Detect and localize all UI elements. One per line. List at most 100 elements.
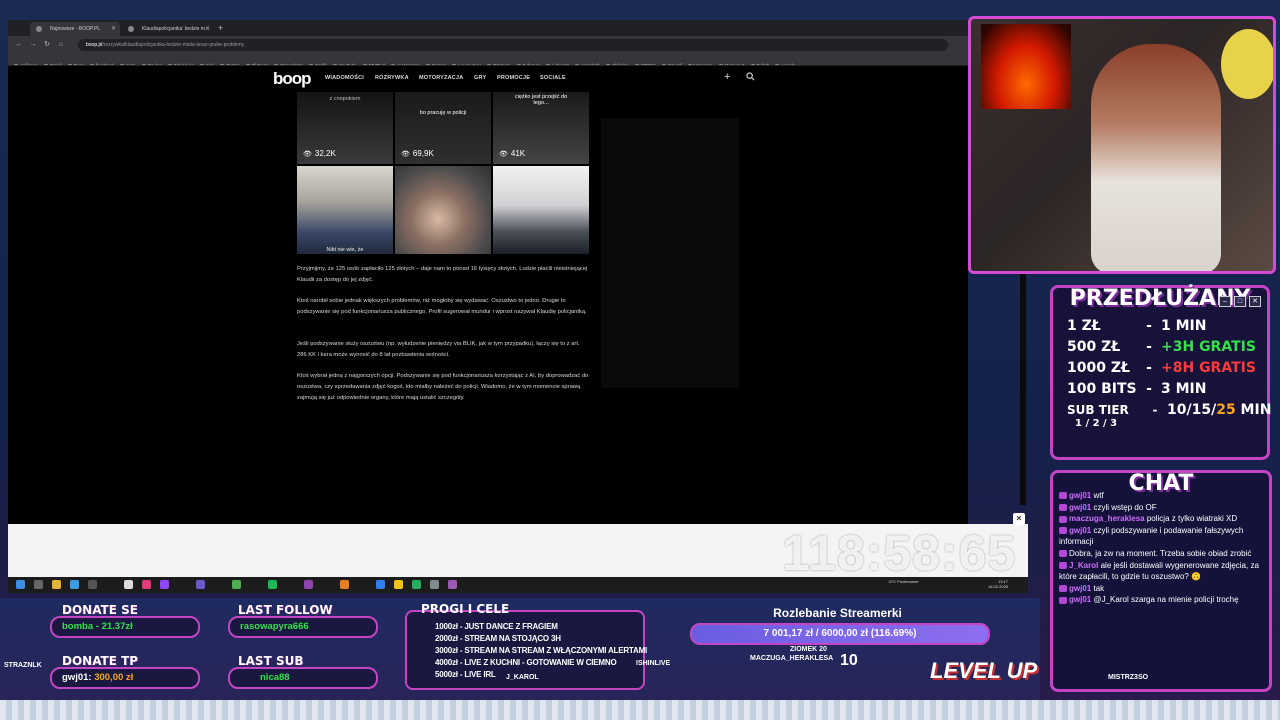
weather-widget[interactable]: -5°C Pochmurnie xyxy=(888,579,919,584)
tab-title: Najnowsze - BOOP.PL xyxy=(50,26,101,32)
chat-username[interactable]: gwj01 xyxy=(1069,595,1091,604)
url-bar[interactable]: boop.pl/rozrywka/klaudiapolicjantka-bedz… xyxy=(78,39,948,51)
twitch-icon[interactable] xyxy=(160,580,169,589)
chat-username[interactable]: maczuga_heraklesa xyxy=(1069,514,1145,523)
xbox-icon[interactable] xyxy=(232,580,241,589)
subathon-timer: 118:58:65 xyxy=(782,525,1017,581)
start-icon[interactable] xyxy=(16,580,25,589)
app-icon[interactable] xyxy=(142,580,151,589)
close-icon: ✕ xyxy=(1249,296,1261,307)
search-icon[interactable] xyxy=(746,72,755,81)
app-icon[interactable] xyxy=(88,580,97,589)
chat-username[interactable]: J_Karol xyxy=(1069,561,1098,570)
article-paragraph: Ktoś wybrał jedną z najgorszych opcji. P… xyxy=(297,373,589,401)
chat-text: wtf xyxy=(1093,491,1104,500)
nav-gry[interactable]: GRY xyxy=(474,75,486,81)
nav-motoryzacja[interactable]: MOTORYZACJA xyxy=(419,75,463,81)
price-row: SUB TIER -10/15/25 MIN xyxy=(1067,402,1272,418)
badge-icon xyxy=(1059,550,1067,558)
new-tab-icon[interactable]: + xyxy=(218,22,223,34)
last-sub-value: nica88 xyxy=(228,667,378,689)
goal-progress-bar: 7 001,17 zł / 6000,00 zł (116.69%) xyxy=(690,623,990,645)
nav-promocje[interactable]: PROMOCJE xyxy=(497,75,530,81)
search-icon[interactable] xyxy=(34,580,43,589)
chat-message: gwj01 czyli podszywanie i podawanie fałs… xyxy=(1059,525,1269,548)
forward-icon[interactable]: → xyxy=(28,39,38,51)
view-count: 👁 32,2K xyxy=(303,149,336,158)
clock-date: 16.02.2025 xyxy=(988,584,1009,589)
tiktok-tile[interactable] xyxy=(493,166,589,254)
tile-overlay-text: bo pracuję w policji xyxy=(419,110,467,116)
maximize-icon: □ xyxy=(1234,296,1246,307)
chat-message: gwj01 wtf xyxy=(1059,490,1269,502)
ad-sidebar xyxy=(601,118,739,388)
steam-icon[interactable] xyxy=(376,580,385,589)
app-icon[interactable] xyxy=(430,580,439,589)
chat-message: gwj01 czyli wstęp do OF xyxy=(1059,502,1269,514)
store-icon[interactable] xyxy=(70,580,79,589)
folder-icon[interactable] xyxy=(52,580,61,589)
tab-klaudia[interactable]: Klaudiapolicjantka' bedzie m... ✕ xyxy=(122,22,214,36)
clock[interactable]: 13:17 16.02.2025 xyxy=(988,579,1008,589)
close-tab-icon[interactable]: ✕ xyxy=(111,22,116,36)
chat-username[interactable]: gwj01 xyxy=(1069,503,1091,512)
fireplace-image xyxy=(981,24,1071,109)
obs-icon[interactable] xyxy=(304,580,313,589)
app-icon[interactable] xyxy=(340,580,349,589)
game-tag: ISHINLIVE xyxy=(636,660,671,667)
chat-messages: gwj01 wtf gwj01 czyli wstęp do OF maczuga_… xyxy=(1059,490,1269,606)
eye-icon: 👁 xyxy=(303,151,312,158)
web-page: boop WIADOMOŚCI ROZRYWKA MOTORYZACJA GRY… xyxy=(8,66,968,525)
goals-title: PROGI I CELE xyxy=(421,602,510,616)
plus-icon[interactable]: + xyxy=(724,71,730,83)
mini-game-names: MACZUGA_HERAKLESA xyxy=(750,655,834,662)
app-icon[interactable] xyxy=(124,580,133,589)
chat-message: maczuga_heraklesa policja z tylko wiatra… xyxy=(1059,513,1269,525)
tiktok-tile[interactable] xyxy=(395,166,491,254)
chat-username[interactable]: gwj01 xyxy=(1069,584,1091,593)
subathon-price-panel: PRZEDŁUŻANY – □ ✕ 1 ZŁ -1 MIN 500 ZŁ - +3H … xyxy=(1050,285,1272,460)
chat-text: tak xyxy=(1093,583,1105,593)
spotify-icon[interactable] xyxy=(268,580,277,589)
nav-sociale[interactable]: SOCIALE xyxy=(540,75,566,81)
home-icon[interactable]: ⌂ xyxy=(56,39,66,51)
tiktok-tile[interactable]: ciężko jest przejść do tego... 👁 41K xyxy=(493,92,589,164)
game-tag: MISTRZ3SO xyxy=(1108,674,1149,681)
chat-text: czyli wstęp do OF xyxy=(1093,502,1157,512)
reload-icon[interactable]: ↻ xyxy=(42,39,52,51)
app-icon[interactable] xyxy=(412,580,421,589)
donate-se-label: DONATE SE xyxy=(62,603,138,617)
back-icon[interactable]: ← xyxy=(14,39,24,51)
tab-bar: Najnowsze - BOOP.PL ✕ Klaudiapolicjantka… xyxy=(8,20,968,36)
tiktok-tile[interactable]: Nikt nie wie, że xyxy=(297,166,393,254)
pixel-ground xyxy=(0,700,1280,720)
nav-wiadomosci[interactable]: WIADOMOŚCI xyxy=(325,75,364,81)
chat-username[interactable]: gwj01 xyxy=(1069,526,1091,535)
tab-najnowsze[interactable]: Najnowsze - BOOP.PL ✕ xyxy=(30,22,120,36)
discord-icon[interactable] xyxy=(196,580,205,589)
nav-rozrywka[interactable]: ROZRYWKA xyxy=(375,75,409,81)
url-host: boop.pl xyxy=(86,42,103,48)
last-follow-label: LAST FOLLOW xyxy=(238,603,333,617)
last-sub-label: LAST SUB xyxy=(238,654,304,668)
article-paragraph: Ktoś narobił sobie jednak większych prob… xyxy=(297,298,587,315)
mini-game-score: 10 xyxy=(840,652,858,669)
article-body: z cnopokiem 👁 32,2K bo pracuję w policji … xyxy=(297,92,589,525)
close-tab-icon[interactable]: ✕ xyxy=(205,22,210,36)
badge-icon xyxy=(1059,596,1067,604)
boop-favicon-icon xyxy=(128,26,134,32)
plush-toy-image xyxy=(1221,29,1273,99)
tiktok-tile[interactable]: bo pracuję w policji 👁 69,9K xyxy=(395,92,491,164)
last-follow-value: rasowapyra666 xyxy=(228,616,378,638)
boop-logo[interactable]: boop xyxy=(273,69,312,89)
chat-username[interactable]: gwj01 xyxy=(1069,491,1091,500)
chat-text: policja z tylko wiatraki XD xyxy=(1146,514,1238,524)
badge-icon xyxy=(1059,527,1067,535)
article-paragraph: Przyjmijmy, że 125 osób zapłaciło 125 zł… xyxy=(297,266,588,283)
tiktok-tile[interactable]: z cnopokiem 👁 32,2K xyxy=(297,92,393,164)
app-icon[interactable] xyxy=(448,580,457,589)
price-row: 100 BITS -3 MIN xyxy=(1067,381,1207,397)
chrome-icon[interactable] xyxy=(394,580,403,589)
goal-item: 2000zł - STREAM NA STOJĄCO 3H xyxy=(435,634,561,643)
chat-text: @J_Karol szarga na mienie policji trochę xyxy=(1093,595,1239,605)
